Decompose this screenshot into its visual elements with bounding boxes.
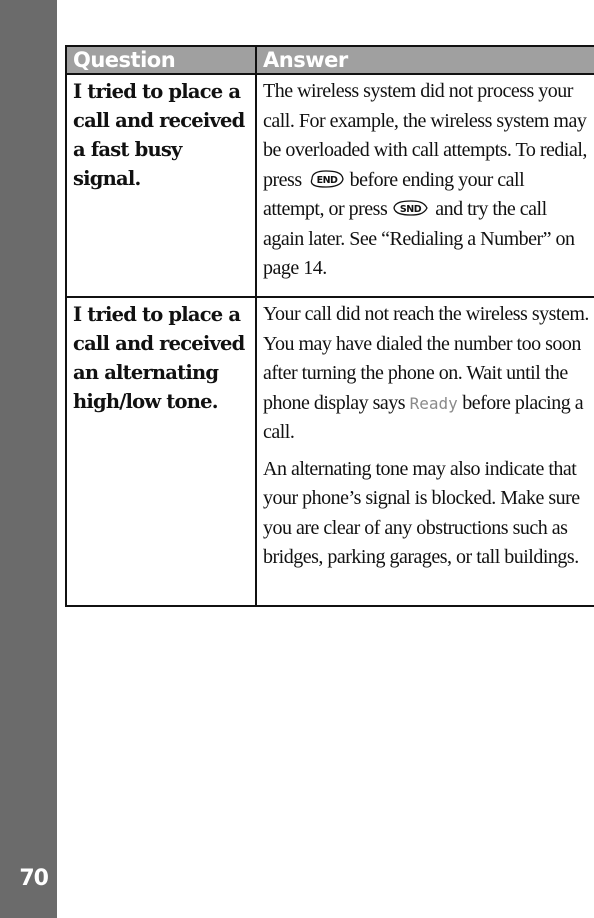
column-header-answer: Answer — [255, 45, 594, 75]
answer-cell: Your call did not reach the wireless sys… — [255, 296, 594, 607]
answer-paragraph: An alternating tone may also indicate th… — [263, 457, 580, 569]
send-key-icon: SND — [391, 198, 431, 218]
send-key-label: SND — [400, 204, 422, 215]
end-key-label: END — [316, 175, 337, 186]
troubleshooting-table: Question Answer I tried to place a call … — [65, 45, 594, 607]
table-row: I tried to place a call and received a f… — [65, 73, 594, 298]
display-text-ready: Ready — [409, 393, 458, 413]
table-row: I tried to place a call and received an … — [65, 296, 594, 607]
page-number: 70 — [19, 866, 49, 891]
page-side-bar — [0, 0, 57, 918]
answer-cell: The wireless system did not process your… — [255, 73, 594, 298]
answer-paragraph: Your call did not reach the wireless sys… — [263, 300, 589, 448]
question-cell: I tried to place a call and received an … — [65, 296, 257, 607]
answer-paragraph: The wireless system did not process your… — [263, 77, 589, 284]
table-header-row: Question Answer — [65, 45, 594, 75]
column-header-question: Question — [65, 45, 257, 75]
end-key-icon: END — [306, 169, 346, 189]
question-cell: I tried to place a call and received a f… — [65, 73, 257, 298]
